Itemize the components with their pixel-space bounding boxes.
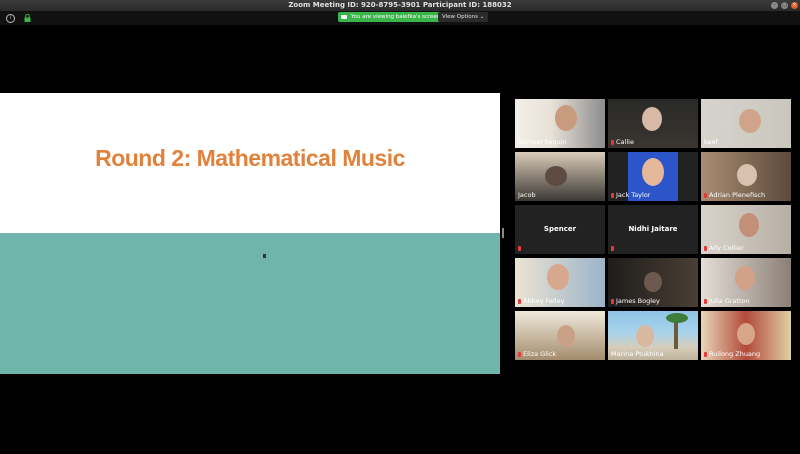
close-icon[interactable]: × <box>791 2 798 9</box>
info-icon[interactable]: i <box>6 14 15 23</box>
participant-name: Spencer <box>543 225 577 233</box>
slide-bottom-panel <box>0 233 500 374</box>
participant-name: Marina Ptukhina <box>611 350 664 358</box>
lock-icon[interactable] <box>24 14 31 22</box>
video-tile[interactable]: Eliza Glick <box>515 311 605 360</box>
meeting-toolbar: i You are viewing balefka's screen View … <box>0 11 800 25</box>
participant-name: Ally Collier <box>709 244 744 252</box>
view-options-label: View Options <box>442 14 479 20</box>
slide-title: Round 2: Mathematical Music <box>95 145 405 171</box>
window-titlebar: Zoom Meeting ID: 920-8795-3901 Participa… <box>0 0 800 11</box>
participant-name: Abbey Felley <box>523 297 565 305</box>
participant-name: Eliza Glick <box>523 350 557 358</box>
mic-muted-icon <box>704 351 707 357</box>
video-tile[interactable]: Callie <box>608 99 698 148</box>
video-tile[interactable]: Abbey Felley <box>515 258 605 307</box>
participant-name: Nidhi Jaitare <box>628 225 678 233</box>
video-tile[interactable]: Nidhi Jaitare <box>608 205 698 254</box>
participant-name: James Bogley <box>616 297 660 305</box>
viewing-screen-indicator[interactable]: You are viewing balefka's screen <box>338 12 445 22</box>
mic-muted-icon <box>611 246 614 251</box>
mic-muted-icon <box>518 298 521 304</box>
remote-cursor <box>263 254 266 258</box>
view-options-button[interactable]: View Options ⌄ <box>438 12 489 22</box>
mic-muted-icon <box>704 298 707 304</box>
video-tile[interactable]: Adrian Plenefisch <box>701 152 791 201</box>
participant-name: Jacob <box>518 191 536 199</box>
video-tile[interactable]: Ruilong Zhuang <box>701 311 791 360</box>
mic-muted-icon <box>611 298 614 304</box>
participant-name: Samuel Seguin <box>518 138 567 146</box>
video-tile[interactable]: Ally Collier <box>701 205 791 254</box>
mic-muted-icon <box>704 245 707 251</box>
participant-name: Adrian Plenefisch <box>709 191 766 199</box>
participant-name: Julia Gratton <box>709 297 750 305</box>
window-title: Zoom Meeting ID: 920-8795-3901 Participa… <box>288 1 512 9</box>
video-tile[interactable]: Samuel Seguin <box>515 99 605 148</box>
video-tile[interactable]: Julia Gratton <box>701 258 791 307</box>
participant-name: Ruilong Zhuang <box>709 350 761 358</box>
screen-share-icon <box>341 14 347 19</box>
video-tile[interactable]: Jacob <box>515 152 605 201</box>
participant-name: keef <box>704 138 718 146</box>
video-tile[interactable]: keef <box>701 99 791 148</box>
mic-muted-icon <box>611 192 614 198</box>
video-tile[interactable]: Marina Ptukhina <box>608 311 698 360</box>
video-tile[interactable]: Spencer <box>515 205 605 254</box>
participant-name: Jack Taylor <box>616 191 651 199</box>
mic-muted-icon <box>518 351 521 357</box>
viewing-screen-label: You are viewing balefka's screen <box>351 14 441 20</box>
participant-name: Callie <box>616 138 634 146</box>
video-tile[interactable]: James Bogley <box>608 258 698 307</box>
video-tile[interactable]: Jack Taylor <box>608 152 698 201</box>
mic-muted-icon <box>518 246 521 251</box>
minimize-icon[interactable]: – <box>771 2 778 9</box>
panel-splitter[interactable] <box>502 228 504 238</box>
maximize-icon[interactable]: □ <box>781 2 788 9</box>
mic-muted-icon <box>611 139 614 145</box>
mic-muted-icon <box>704 192 707 198</box>
chevron-down-icon: ⌄ <box>479 14 485 20</box>
shared-screen[interactable]: Round 2: Mathematical Music <box>0 93 500 374</box>
